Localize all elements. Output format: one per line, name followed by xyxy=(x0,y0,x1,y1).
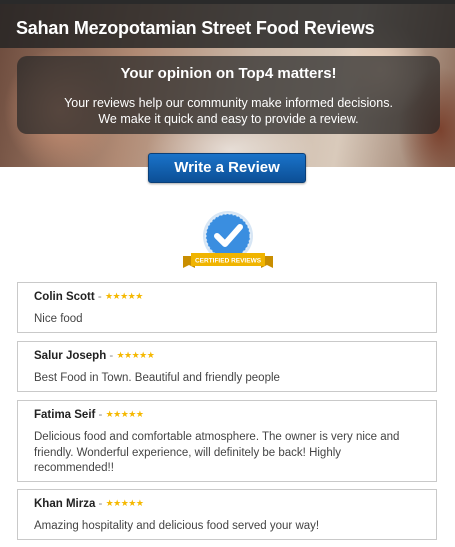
info-panel: Your opinion on Top4 matters! Your revie… xyxy=(17,56,440,134)
info-heading: Your opinion on Top4 matters! xyxy=(120,65,337,82)
review-card: Fatima Seif - ★★★★★ Delicious food and c… xyxy=(17,400,437,482)
title-bar: Sahan Mezopotamian Street Food Reviews xyxy=(0,0,455,48)
hero-banner: Sahan Mezopotamian Street Food Reviews Y… xyxy=(0,0,455,167)
review-text: Nice food xyxy=(34,313,83,325)
badge-label: CERTIFIED REVIEWS xyxy=(195,258,262,265)
review-card: Salur Joseph - ★★★★★ Best Food in Town. … xyxy=(17,341,437,392)
info-text-line-1: Your reviews help our community make inf… xyxy=(64,96,393,110)
reviewer-name: Salur Joseph xyxy=(34,350,107,362)
review-text: Best Food in Town. Beautiful and friendl… xyxy=(34,372,280,384)
review-text: Delicious food and comfortable atmospher… xyxy=(34,431,400,474)
certified-reviews-badge: CERTIFIED REVIEWS xyxy=(183,211,273,268)
info-text-line-2: We make it quick and easy to provide a r… xyxy=(98,112,359,126)
star-rating: ★★★★★ xyxy=(105,498,144,508)
star-rating: ★★★★★ xyxy=(105,409,144,419)
reviewer-name: Khan Mirza xyxy=(34,498,96,510)
page-title: Sahan Mezopotamian Street Food Reviews xyxy=(16,18,375,38)
review-card: Colin Scott - ★★★★★ Nice food xyxy=(17,282,437,333)
reviewer-name: Colin Scott xyxy=(34,291,95,303)
write-review-button[interactable]: Write a Review xyxy=(148,153,306,183)
star-rating: ★★★★★ xyxy=(104,291,143,301)
review-text: Amazing hospitality and delicious food s… xyxy=(34,520,320,532)
star-rating: ★★★★★ xyxy=(116,350,155,360)
reviewer-name: Fatima Seif xyxy=(34,409,96,421)
review-card: Khan Mirza - ★★★★★ Amazing hospitality a… xyxy=(17,489,437,540)
